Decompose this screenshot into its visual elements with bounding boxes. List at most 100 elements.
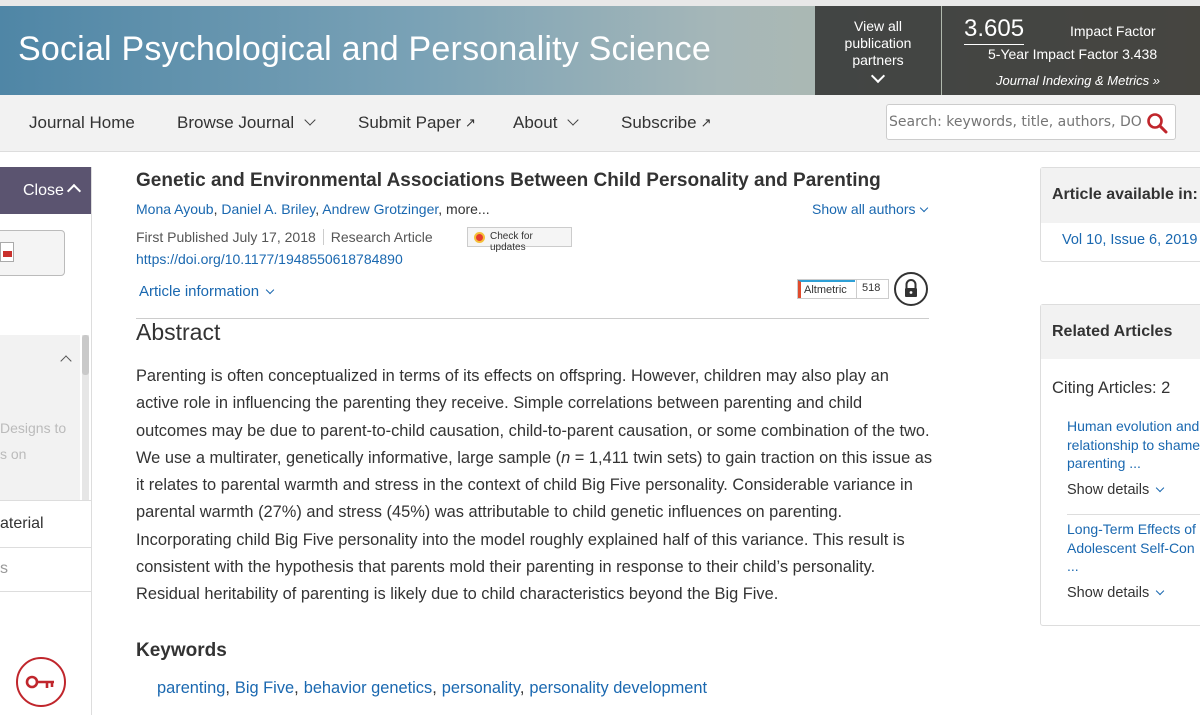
- journal-metrics: 3.605 Impact Factor 5-Year Impact Factor…: [942, 6, 1200, 95]
- related-article-link[interactable]: Long-Term Effects of Adolescent Self-Con…: [1067, 520, 1200, 576]
- related-article-line: Human evolution and: [1067, 418, 1200, 434]
- search-input[interactable]: [887, 105, 1142, 139]
- nav-about-label: About: [513, 113, 558, 132]
- check-for-updates-button[interactable]: Check for updates: [467, 227, 572, 253]
- related-article-line: relationship to shame: [1067, 436, 1200, 453]
- altmetric-score: 518: [856, 280, 888, 298]
- chevron-down-icon: [870, 68, 886, 84]
- search-box: [886, 104, 1176, 140]
- chevron-down-icon: [919, 203, 928, 213]
- article-title: Genetic and Environmental Associations B…: [136, 170, 881, 191]
- related-article-line: parenting ...: [1067, 455, 1141, 471]
- article-type: Research Article: [330, 229, 433, 245]
- show-details-label: Show details: [1067, 585, 1150, 601]
- show-all-authors-button[interactable]: Show all authors: [812, 201, 928, 217]
- doi-link[interactable]: https://doi.org/10.1177/1948550618784890: [136, 251, 403, 267]
- nav-about[interactable]: About: [513, 113, 580, 133]
- search-icon[interactable]: [1145, 111, 1169, 135]
- abstract-heading: Abstract: [136, 319, 221, 345]
- related-article-line: ...: [1067, 558, 1079, 574]
- article-information-toggle[interactable]: Article information: [139, 283, 275, 300]
- show-details-button[interactable]: Show details: [1067, 585, 1165, 601]
- show-details-button[interactable]: Show details: [1067, 482, 1165, 498]
- altmetric-label: Altmetric: [798, 280, 855, 298]
- view-publication-partners-button[interactable]: View all publication partners: [815, 6, 941, 95]
- crossmark-icon: [474, 232, 485, 243]
- more-authors-link[interactable]: more...: [446, 201, 490, 217]
- nav-browse-label: Browse Journal: [177, 113, 295, 132]
- show-details-label: Show details: [1067, 482, 1150, 498]
- pdf-download-button[interactable]: [0, 230, 65, 276]
- nav-subscribe[interactable]: Subscribe ↗: [621, 113, 712, 133]
- keyword-link[interactable]: parenting: [157, 679, 225, 697]
- author-link[interactable]: Daniel A. Briley: [221, 201, 315, 217]
- chevron-down-icon: [304, 114, 316, 126]
- show-all-authors-label: Show all authors: [812, 201, 916, 217]
- journal-indexing-link[interactable]: Journal Indexing & Metrics »: [996, 73, 1160, 88]
- partners-line-3: partners: [852, 52, 904, 68]
- related-articles-title: Related Articles: [1052, 323, 1173, 340]
- main-navigation: Journal Home Browse Journal Submit Paper…: [0, 95, 1200, 152]
- external-link-icon: ↗: [465, 115, 476, 130]
- chevron-down-icon: [1155, 586, 1165, 596]
- nav-submit-paper[interactable]: Submit Paper ↗: [358, 113, 476, 133]
- chevron-up-icon: [66, 183, 82, 199]
- chevron-down-icon: [265, 285, 275, 295]
- keywords-heading: Keywords: [136, 640, 227, 661]
- impact-factor-value: 3.605: [964, 15, 1025, 45]
- related-article-line: Long-Term Effects of: [1067, 521, 1196, 537]
- article-information-label: Article information: [139, 283, 260, 300]
- author-link[interactable]: Mona Ayoub: [136, 201, 214, 217]
- abstract-part-2: = 1,411 twin sets) to gain traction on t…: [136, 448, 933, 604]
- chevron-down-icon: [567, 114, 580, 126]
- article-available-title: Article available in:: [1052, 186, 1198, 203]
- close-panel-button[interactable]: Close: [0, 167, 91, 214]
- author-link[interactable]: Andrew Grotzinger: [322, 201, 438, 217]
- nav-journal-home-label: Journal Home: [29, 113, 135, 132]
- issue-link[interactable]: Vol 10, Issue 6, 2019: [1062, 232, 1197, 248]
- journal-title[interactable]: Social Psychological and Personality Sci…: [18, 30, 711, 69]
- panel-row[interactable]: s: [0, 548, 91, 592]
- five-year-impact-factor: 5-Year Impact Factor 3.438: [988, 46, 1158, 62]
- related-articles-card: Related Articles Citing Articles: 2 Huma…: [1040, 304, 1200, 626]
- altmetric-badge[interactable]: Altmetric 518: [797, 279, 889, 299]
- abstract-text: Parenting is often conceptualized in ter…: [136, 363, 936, 609]
- keyword-link[interactable]: personality development: [529, 679, 707, 697]
- nav-subscribe-label: Subscribe: [621, 113, 697, 132]
- chevron-up-icon: [60, 355, 72, 367]
- first-published-date: First Published July 17, 2018: [136, 229, 316, 245]
- access-key-button[interactable]: [16, 657, 66, 707]
- key-icon: [25, 675, 54, 689]
- article-tools-panel: Close Designs to s on aterial s: [0, 167, 92, 715]
- keyword-list: parenting, Big Five, behavior genetics, per…: [157, 679, 708, 697]
- external-link-icon: ↗: [700, 115, 712, 130]
- related-article-link[interactable]: Human evolution and relationship to sham…: [1067, 417, 1200, 473]
- keyword-link[interactable]: Big Five: [235, 679, 294, 697]
- publication-info: First Published July 17, 2018 Research Ar…: [136, 229, 433, 245]
- access-lock-button[interactable]: [894, 272, 928, 306]
- partners-line-2: publication: [844, 35, 912, 51]
- keyword-link[interactable]: behavior genetics: [304, 679, 432, 697]
- keyword-link[interactable]: personality: [442, 679, 520, 697]
- nav-journal-home[interactable]: Journal Home: [29, 113, 135, 133]
- chevron-down-icon: [1155, 483, 1165, 493]
- preview-line-1: Designs to: [0, 420, 67, 436]
- nav-browse-journal[interactable]: Browse Journal: [177, 113, 316, 133]
- divider: [1067, 514, 1200, 515]
- related-article-line: Adolescent Self-Con: [1067, 539, 1195, 556]
- author-list: Mona Ayoub, Daniel A. Briley, Andrew Gro…: [136, 201, 490, 217]
- journal-header: Social Psychological and Personality Sci…: [0, 0, 1200, 95]
- divider: [136, 318, 929, 319]
- preview-line-2: s on: [0, 446, 27, 462]
- impact-factor-label: Impact Factor: [1070, 23, 1156, 39]
- abstract-n-symbol: n: [561, 448, 571, 467]
- partners-line-1: View all: [854, 18, 902, 34]
- close-label: Close: [23, 182, 64, 199]
- article-available-card: Article available in: Vol 10, Issue 6, 2…: [1040, 167, 1200, 262]
- nav-submit-label: Submit Paper: [358, 113, 461, 132]
- pdf-icon: [0, 242, 14, 262]
- check-for-updates-label: Check for updates: [490, 231, 533, 253]
- panel-scroll-thumb[interactable]: [82, 335, 89, 375]
- panel-row-material[interactable]: aterial: [0, 500, 91, 548]
- citing-articles-count: Citing Articles: 2: [1052, 379, 1171, 397]
